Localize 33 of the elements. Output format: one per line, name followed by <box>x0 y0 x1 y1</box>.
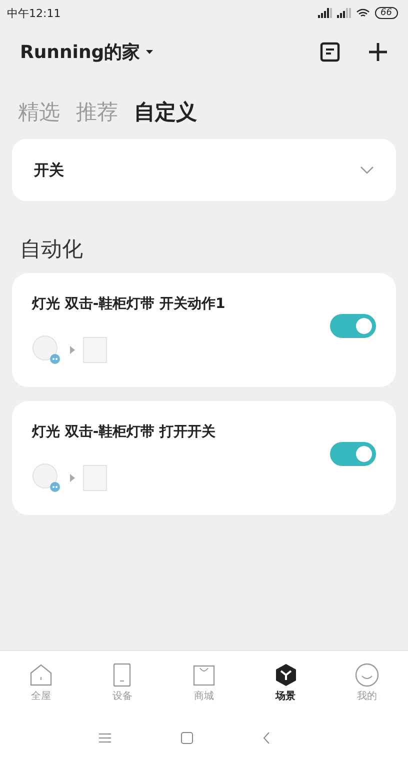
wifi-icon <box>356 8 370 18</box>
automation-card[interactable]: 灯光 双击-鞋柜灯带 开关动作1 <box>12 273 396 387</box>
signal-icon <box>336 8 351 18</box>
add-icon[interactable] <box>368 42 388 62</box>
house-icon <box>28 663 53 687</box>
round-sensor-icon <box>32 335 62 365</box>
filter-dropdown[interactable]: 开关 <box>12 139 396 201</box>
signal-icon <box>318 8 332 18</box>
note-icon[interactable] <box>320 42 340 62</box>
automation-name: 灯光 双击-鞋柜灯带 打开开关 <box>32 423 217 441</box>
hexagon-icon <box>274 663 298 687</box>
toggle-switch[interactable] <box>330 314 376 338</box>
smiley-icon <box>355 663 380 687</box>
bag-icon <box>192 663 216 687</box>
play-arrow-icon <box>70 474 75 482</box>
back-icon[interactable] <box>262 732 270 744</box>
home-square-icon[interactable] <box>180 732 192 744</box>
wall-switch-icon <box>83 465 107 491</box>
dropdown-caret-icon[interactable] <box>146 50 154 54</box>
automation-name: 灯光 双击-鞋柜灯带 开关动作1 <box>32 295 226 313</box>
section-title: 自动化 <box>19 236 84 263</box>
tab[interactable]: 自定义 <box>134 98 197 126</box>
round-sensor-icon <box>32 463 62 493</box>
wall-switch-icon <box>83 337 107 363</box>
menu-icon[interactable] <box>98 732 110 742</box>
status-time: 中午12:11 <box>7 6 61 20</box>
nav-tab[interactable]: 场景 <box>244 651 326 715</box>
chevron-down-icon <box>360 166 374 174</box>
play-arrow-icon <box>70 346 75 354</box>
automation-card[interactable]: 灯光 双击-鞋柜灯带 打开开关 <box>12 401 396 515</box>
battery-icon: 66 <box>374 7 398 19</box>
toggle-switch[interactable] <box>330 442 376 466</box>
home-title[interactable]: Running的家 <box>20 40 140 64</box>
